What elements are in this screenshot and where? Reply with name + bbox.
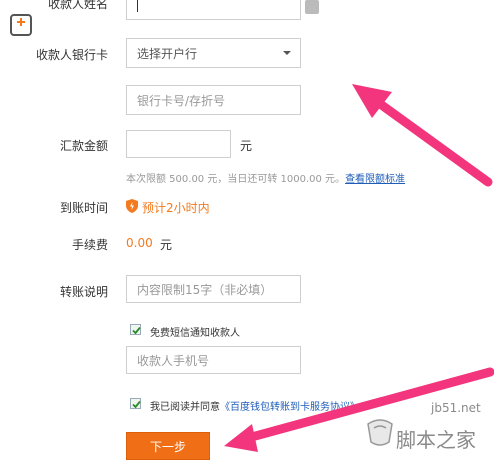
watermark-brand: 脚本之家 bbox=[396, 428, 476, 452]
annotation-arrows bbox=[224, 84, 494, 452]
upper-arrow bbox=[352, 84, 493, 187]
watermark-site: jb51.net bbox=[431, 401, 481, 415]
watermark-logo-icon bbox=[365, 418, 395, 446]
